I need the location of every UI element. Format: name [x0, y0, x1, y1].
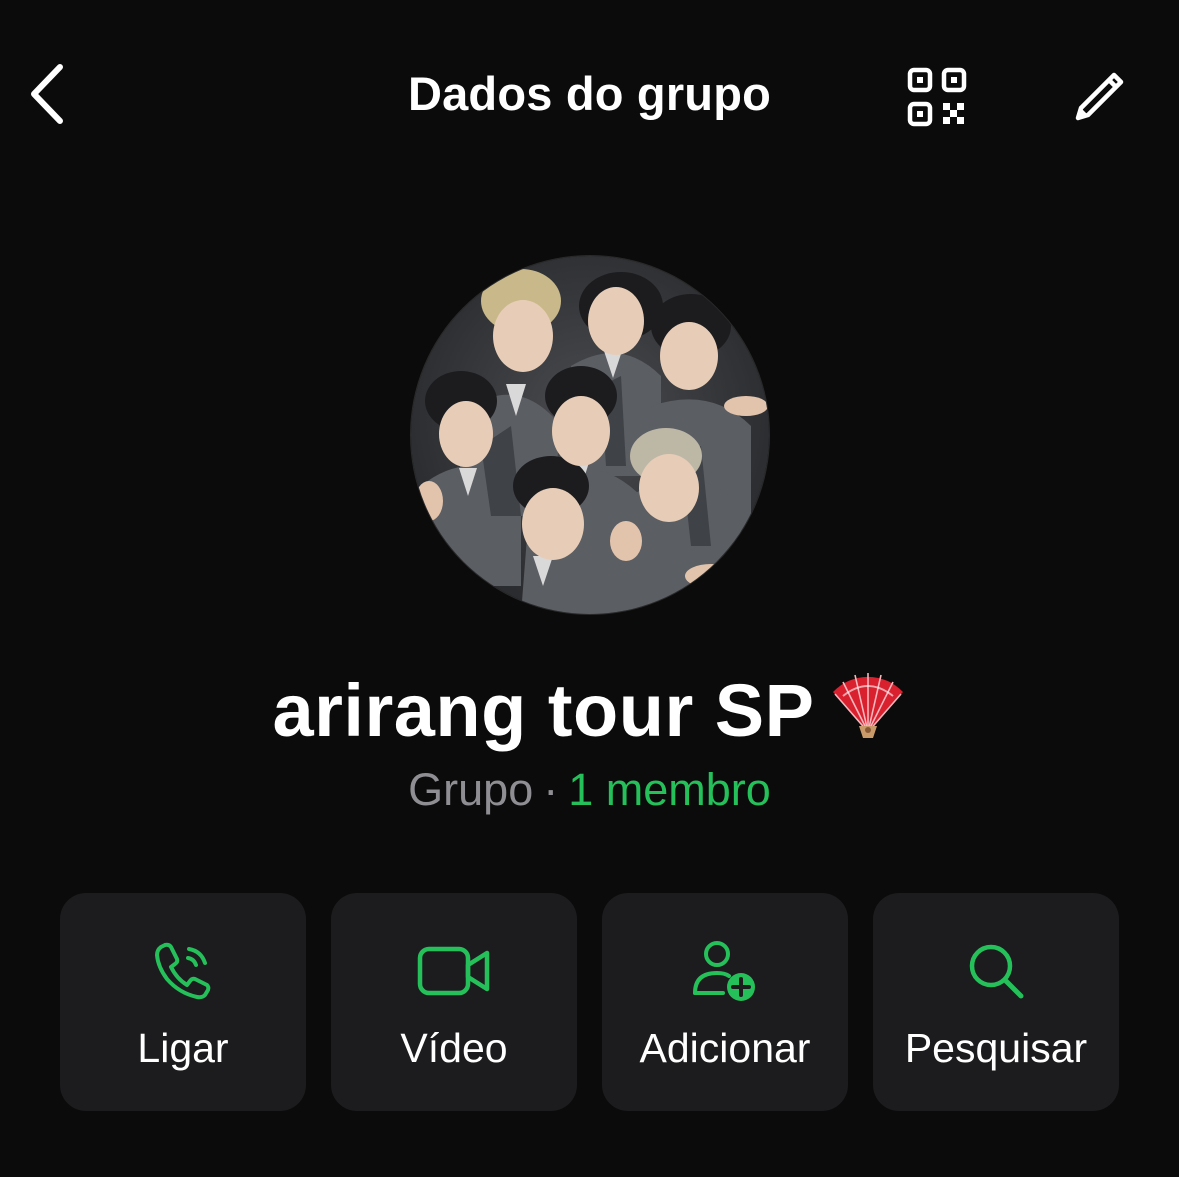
- video-label: Vídeo: [400, 1025, 508, 1071]
- group-name: arirang tour SP: [0, 662, 1179, 753]
- add-person-icon: [693, 941, 755, 1001]
- subtitle-separator: ·: [543, 764, 559, 815]
- search-icon: [969, 944, 1024, 999]
- search-label: Pesquisar: [904, 1025, 1088, 1071]
- call-label: Ligar: [137, 1025, 229, 1071]
- edit-button[interactable]: [1062, 60, 1136, 134]
- phone-icon: [155, 942, 211, 1000]
- qr-code-button[interactable]: [900, 60, 974, 134]
- add-member-label: Adicionar: [639, 1025, 811, 1071]
- search-button[interactable]: Pesquisar: [873, 893, 1119, 1111]
- group-subtitle: Grupo · 1 membro: [0, 764, 1179, 816]
- top-bar: Dados do grupo: [0, 0, 1179, 190]
- call-button[interactable]: Ligar: [60, 893, 306, 1111]
- add-member-button[interactable]: Adicionar: [602, 893, 848, 1111]
- group-photo: [411, 256, 769, 614]
- page-title: Dados do grupo: [407, 67, 772, 120]
- member-count-link[interactable]: 1 membro: [568, 764, 771, 815]
- qr-code-icon: [907, 67, 967, 127]
- video-camera-icon: [417, 946, 490, 996]
- pencil-icon: [1075, 72, 1124, 121]
- group-name-text: arirang tour SP: [272, 669, 815, 752]
- action-buttons: Ligar Vídeo Adicionar Pesquisar: [60, 893, 1119, 1111]
- group-type: Grupo: [408, 764, 534, 815]
- folding-fan-icon: [832, 673, 903, 738]
- group-avatar[interactable]: [411, 256, 769, 614]
- video-button[interactable]: Vídeo: [331, 893, 577, 1111]
